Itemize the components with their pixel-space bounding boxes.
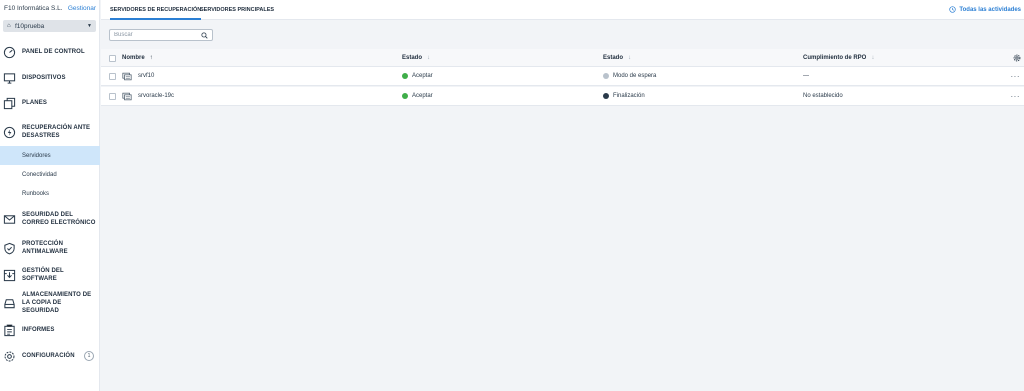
table-row[interactable]: srvoracle-19c Aceptar Finalización No es…: [101, 87, 1024, 106]
row-checkbox[interactable]: [109, 93, 116, 100]
gear-icon: [3, 350, 16, 363]
reports-icon: [3, 324, 16, 337]
server-name[interactable]: srvoracle-19c: [138, 93, 174, 99]
column-header-nombre[interactable]: Nombre ↑: [122, 49, 153, 66]
column-settings-gear-icon[interactable]: [1013, 54, 1021, 62]
status-text: Aceptar: [412, 73, 433, 79]
dashboard-icon: [3, 46, 16, 59]
sidebar-item-runbooks[interactable]: Runbooks: [0, 184, 100, 203]
nav-informes[interactable]: INFORMES: [0, 323, 100, 337]
state-text: Modo de espera: [613, 73, 657, 79]
top-tab-bar: SERVIDORES DE RECUPERACIÓN SERVIDORES PR…: [101, 0, 1024, 20]
nav-proteccion-antimalware[interactable]: PROTECCIÓN ANTIMALWARE: [0, 240, 100, 256]
nav-planes[interactable]: PLANES: [0, 96, 100, 110]
table-header: Nombre ↑ Estado ↓ Estado ↓ Cumplimiento de …: [101, 49, 1024, 67]
lightning-icon: [3, 126, 16, 139]
standby-icon: [603, 73, 609, 79]
rpo-value: —: [803, 73, 809, 79]
notification-badge: 1: [84, 351, 94, 361]
finalization-icon: [603, 93, 609, 99]
search-icon[interactable]: [201, 31, 208, 39]
sort-down-icon: ↓: [628, 54, 632, 61]
tab-servidores-principales[interactable]: SERVIDORES PRINCIPALES: [200, 7, 274, 13]
nav-configuracion[interactable]: CONFIGURACIÓN 1: [0, 349, 100, 363]
tenant-selector[interactable]: ⌂ f10prueba ▼: [3, 20, 96, 32]
storage-icon: [3, 297, 16, 310]
column-header-estado[interactable]: Estado ↓: [402, 49, 430, 66]
sort-up-icon: ↑: [149, 54, 153, 61]
sort-down-icon: ↓: [427, 54, 431, 61]
organization-name: F10 Informática S.L.: [4, 5, 63, 12]
column-header-rpo[interactable]: Cumplimiento de RPO ↓: [803, 49, 874, 66]
all-activities-label: Todas las actividades: [959, 6, 1021, 13]
nav-almacenamiento[interactable]: ALMACENAMIENTO DE LA COPIA DE SEGURIDAD: [0, 292, 100, 314]
home-icon: ⌂: [7, 23, 11, 29]
sidebar-item-servidores[interactable]: Servidores: [0, 146, 100, 165]
plans-icon: [3, 97, 16, 110]
nav-seguridad-correo[interactable]: SEGURIDAD DEL CORREO ELECTRÓNICO: [0, 211, 100, 227]
sidebar-item-conectividad[interactable]: Conectividad: [0, 165, 100, 184]
nav-gestion-software[interactable]: GESTIÓN DEL SOFTWARE: [0, 268, 100, 282]
server-icon: [122, 92, 132, 100]
more-actions-icon[interactable]: ···: [1011, 67, 1021, 85]
column-header-estado-2[interactable]: Estado ↓: [603, 49, 631, 66]
envelope-icon: [3, 213, 16, 226]
table-row[interactable]: srvf10 Aceptar Modo de espera — ···: [101, 67, 1024, 86]
select-all-checkbox[interactable]: [109, 55, 116, 62]
more-actions-icon[interactable]: ···: [1011, 87, 1021, 105]
manage-link[interactable]: Gestionar: [68, 5, 96, 12]
tenant-name: f10prueba: [15, 22, 45, 30]
search-box[interactable]: [109, 29, 213, 41]
software-icon: [3, 269, 16, 282]
chevron-down-icon: ▼: [87, 23, 92, 29]
organization-header: F10 Informática S.L. Gestionar: [4, 5, 98, 14]
sort-down-icon: ↓: [871, 54, 875, 61]
nav-recuperacion-ante-desastres[interactable]: RECUPERACIÓN ANTE DESASTRES: [0, 124, 100, 140]
shield-icon: [3, 242, 16, 255]
status-ok-icon: [402, 73, 408, 79]
main-content: Nombre↑ Estado↓ Estado↓ Cumplimiento de …: [101, 21, 1024, 391]
clock-icon: [949, 6, 957, 13]
status-ok-icon: [402, 93, 408, 99]
state-text: Finalización: [613, 93, 645, 99]
server-name[interactable]: srvf10: [138, 73, 154, 79]
search-input[interactable]: [114, 32, 201, 38]
status-text: Aceptar: [412, 93, 433, 99]
monitor-icon: [3, 72, 16, 85]
server-icon: [122, 72, 132, 80]
all-activities-link[interactable]: Todas las actividades: [949, 6, 1021, 13]
nav-dispositivos[interactable]: DISPOSITIVOS: [0, 71, 100, 85]
rpo-value: No establecido: [803, 93, 843, 99]
nav-panel-de-control[interactable]: PANEL DE CONTROL: [0, 45, 100, 59]
sidebar: F10 Informática S.L. Gestionar ⌂ f10prue…: [0, 0, 100, 391]
row-checkbox[interactable]: [109, 73, 116, 80]
tab-servidores-recuperacion[interactable]: SERVIDORES DE RECUPERACIÓN: [110, 7, 202, 20]
